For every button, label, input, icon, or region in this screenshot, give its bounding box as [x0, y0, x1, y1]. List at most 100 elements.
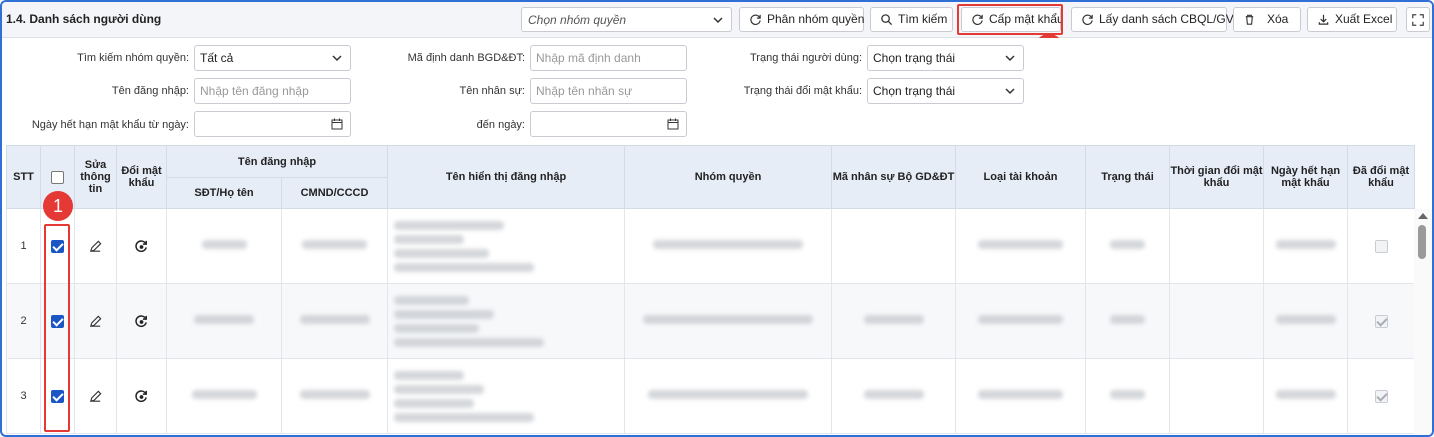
login-filter-label: Tên đăng nhập: — [111, 85, 189, 97]
col-edit: Sửa thông tin — [74, 145, 117, 209]
group-select[interactable]: Chọn nhóm quyền — [521, 7, 732, 32]
redacted-cell — [1263, 208, 1349, 284]
pencil-icon[interactable] — [88, 239, 103, 254]
refresh-icon — [750, 14, 761, 25]
group-select-value: Chọn nhóm quyền — [528, 13, 627, 27]
row-stt: 3 — [6, 358, 41, 434]
col-id-card: CMND/CCCD — [280, 177, 389, 209]
calendar-icon — [331, 118, 343, 130]
fetch-staff-list-button[interactable]: Lấy danh sách CBQL/GV — [1071, 7, 1234, 32]
redacted-cell — [1085, 283, 1171, 359]
redacted-cell — [1263, 358, 1349, 434]
empty-cell — [1169, 208, 1265, 284]
col-pw-change-time: Thời gian đổi mật khẩu — [1169, 145, 1265, 209]
redacted-cell — [280, 358, 389, 434]
redacted-cell — [1085, 208, 1171, 284]
password-status-select[interactable]: Chọn trạng thái — [867, 78, 1024, 104]
redacted-cell — [955, 208, 1087, 284]
col-status: Trạng thái — [1085, 145, 1171, 209]
redacted-cell — [1263, 283, 1349, 359]
staff-name-label: Tên nhân sự: — [459, 85, 525, 97]
staff-name-input[interactable]: Nhập tên nhân sự — [530, 78, 687, 104]
pencil-icon[interactable] — [88, 389, 103, 404]
edit-cell — [74, 208, 117, 284]
password-reset-icon[interactable] — [134, 314, 149, 329]
redacted-cell — [387, 358, 626, 434]
table-row: 3 — [6, 358, 1416, 434]
pencil-icon[interactable] — [88, 314, 103, 329]
redacted-cell — [387, 283, 626, 359]
scroll-thumb[interactable] — [1418, 225, 1426, 259]
password-reset-icon[interactable] — [134, 389, 149, 404]
pw-changed-cell — [1347, 208, 1416, 284]
redacted-cell — [831, 283, 957, 359]
empty-cell — [1169, 358, 1265, 434]
step-badge-1: 1 — [43, 191, 73, 221]
filter-panel: Tìm kiếm nhóm quyền: Tất cả Tên đăng nhậ… — [2, 38, 1432, 144]
col-staff-code: Mã nhân sự Bộ GD&ĐT — [831, 145, 957, 209]
user-table: STT Sửa thông tin Đổi mật khẩu Tên đăng … — [6, 145, 1416, 435]
col-group: Nhóm quyền — [624, 145, 833, 209]
col-expiry-date: Ngày hết hạn mật khẩu — [1263, 145, 1349, 209]
chevron-down-icon — [332, 55, 342, 62]
redacted-cell — [624, 358, 833, 434]
fullscreen-button[interactable] — [1406, 7, 1430, 32]
col-phone-name: SĐT/Họ tên — [166, 177, 282, 209]
chevron-down-icon — [1005, 55, 1015, 62]
chevron-down-icon — [713, 17, 723, 24]
trash-icon — [1245, 14, 1254, 25]
group-filter-select[interactable]: Tất cả — [194, 45, 351, 71]
highlight-box-row-checkboxes — [44, 224, 70, 432]
search-icon — [881, 14, 893, 26]
toolbar: 1.4. Danh sách người dùng Chọn nhóm quyề… — [2, 2, 1432, 38]
pw-changed-checkbox — [1374, 239, 1388, 253]
redacted-cell — [166, 208, 282, 284]
empty-cell — [1169, 283, 1265, 359]
pw-changed-checkbox — [1374, 314, 1388, 328]
col-pw-changed: Đã đổi mật khẩu — [1347, 145, 1416, 209]
pw-changed-cell — [1347, 283, 1416, 359]
redacted-cell — [166, 358, 282, 434]
moet-id-input[interactable]: Nhập mã định danh — [530, 45, 687, 71]
assign-group-button[interactable]: Phân nhóm quyền — [739, 7, 864, 32]
change-password-cell — [116, 208, 167, 284]
expiry-from-date-input[interactable] — [194, 111, 351, 137]
vertical-scrollbar[interactable] — [1414, 209, 1432, 435]
refresh-icon — [1082, 14, 1093, 25]
scroll-up-icon[interactable] — [1418, 213, 1428, 219]
search-button[interactable]: Tìm kiếm — [870, 7, 953, 32]
redacted-cell — [1085, 358, 1171, 434]
redacted-cell — [955, 283, 1087, 359]
page-title: 1.4. Danh sách người dùng — [6, 12, 162, 26]
password-reset-icon[interactable] — [134, 239, 149, 254]
redacted-cell — [955, 358, 1087, 434]
calendar-icon — [667, 118, 679, 130]
select-all-checkbox[interactable] — [51, 170, 64, 184]
row-stt: 2 — [6, 283, 41, 359]
redacted-cell — [280, 283, 389, 359]
user-status-label: Trạng thái người dùng: — [749, 52, 862, 64]
expiry-from-label: Ngày hết hạn mật khẩu từ ngày: — [31, 119, 189, 131]
export-excel-button[interactable]: Xuất Excel — [1307, 7, 1397, 32]
expand-icon — [1412, 14, 1424, 26]
table-row: 1 — [6, 208, 1416, 284]
row-stt: 1 — [6, 208, 41, 284]
edit-cell — [74, 358, 117, 434]
highlight-box-reset-password — [957, 4, 1063, 35]
page-frame: 1.4. Danh sách người dùng Chọn nhóm quyề… — [0, 0, 1434, 437]
login-filter-input[interactable]: Nhập tên đăng nhập — [194, 78, 351, 104]
delete-button[interactable]: Xóa — [1233, 7, 1301, 32]
col-change-password: Đổi mật khẩu — [116, 145, 167, 209]
group-filter-label: Tìm kiếm nhóm quyền: — [77, 52, 189, 64]
pw-changed-checkbox — [1374, 389, 1388, 403]
table-row: 2 — [6, 283, 1416, 359]
user-status-select[interactable]: Chọn trạng thái — [867, 45, 1024, 71]
chevron-down-icon — [1005, 88, 1015, 95]
col-login-group: Tên đăng nhập — [165, 145, 389, 178]
to-date-label: đến ngày: — [476, 119, 525, 131]
to-date-input[interactable] — [530, 111, 687, 137]
change-password-cell — [116, 358, 167, 434]
redacted-cell — [387, 208, 626, 284]
password-status-label: Trạng thái đổi mật khẩu: — [743, 85, 862, 97]
redacted-cell — [280, 208, 389, 284]
